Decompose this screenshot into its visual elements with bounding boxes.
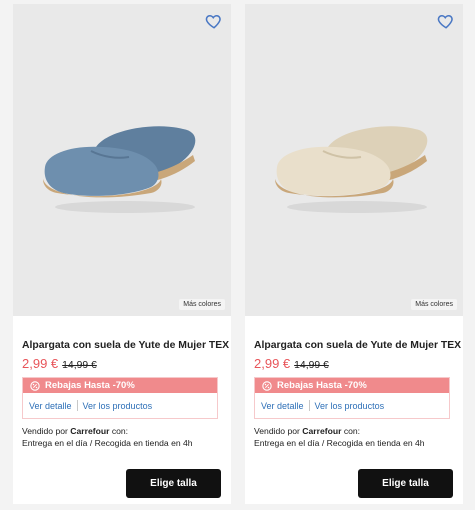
product-card[interactable]: Más colores Alpargata con suela de Yute … [245,4,463,504]
discount-icon [30,380,40,391]
view-products-link[interactable]: Ver los productos [83,401,153,411]
promo-label: Rebajas Hasta -70% [277,380,367,391]
heart-icon[interactable] [437,12,455,30]
sold-by-label: Vendido por [254,426,300,436]
promo-box: Rebajas Hasta -70% Ver detalle Ver los p… [22,377,218,419]
current-price: 2,99 € [22,356,59,371]
current-price: 2,99 € [254,356,291,371]
heart-icon[interactable] [205,12,223,30]
delivery-options: Entrega en el día / Recogida en tienda e… [254,438,425,448]
more-colors-badge[interactable]: Más colores [179,299,225,310]
sold-by-label: Vendido por [22,426,68,436]
discount-icon [262,380,272,391]
promo-banner: Rebajas Hasta -70% [255,378,449,393]
product-title[interactable]: Alpargata con suela de Yute de Mujer TEX [22,340,229,351]
seller-info: Vendido por Carrefour con: Entrega en el… [254,425,425,449]
more-colors-badge[interactable]: Más colores [411,299,457,310]
product-image [275,126,428,213]
original-price: 14,99 € [294,360,329,371]
product-card[interactable]: Más colores Alpargata con suela de Yute … [13,4,231,504]
view-detail-link[interactable]: Ver detalle [261,401,304,411]
price-row: 2,99 € 14,99 € [22,356,97,371]
choose-size-button[interactable]: Elige talla [358,469,453,498]
view-products-link[interactable]: Ver los productos [315,401,385,411]
promo-box: Rebajas Hasta -70% Ver detalle Ver los p… [254,377,450,419]
seller-name: Carrefour [302,426,342,436]
product-title[interactable]: Alpargata con suela de Yute de Mujer TEX [254,340,461,351]
promo-links: Ver detalle Ver los productos [255,393,449,418]
seller-name: Carrefour [70,426,110,436]
product-image-area[interactable]: Más colores [13,4,231,316]
seller-info: Vendido por Carrefour con: Entrega en el… [22,425,193,449]
divider [76,400,78,411]
promo-banner: Rebajas Hasta -70% [23,378,217,393]
delivery-options: Entrega en el día / Recogida en tienda e… [22,438,193,448]
choose-size-button[interactable]: Elige talla [126,469,221,498]
promo-links: Ver detalle Ver los productos [23,393,217,418]
sold-by-suffix: con: [343,426,361,436]
view-detail-link[interactable]: Ver detalle [29,401,72,411]
product-image-area[interactable]: Más colores [245,4,463,316]
original-price: 14,99 € [62,360,97,371]
product-image [43,126,196,213]
price-row: 2,99 € 14,99 € [254,356,329,371]
promo-label: Rebajas Hasta -70% [45,380,135,391]
divider [308,400,310,411]
sold-by-suffix: con: [111,426,129,436]
